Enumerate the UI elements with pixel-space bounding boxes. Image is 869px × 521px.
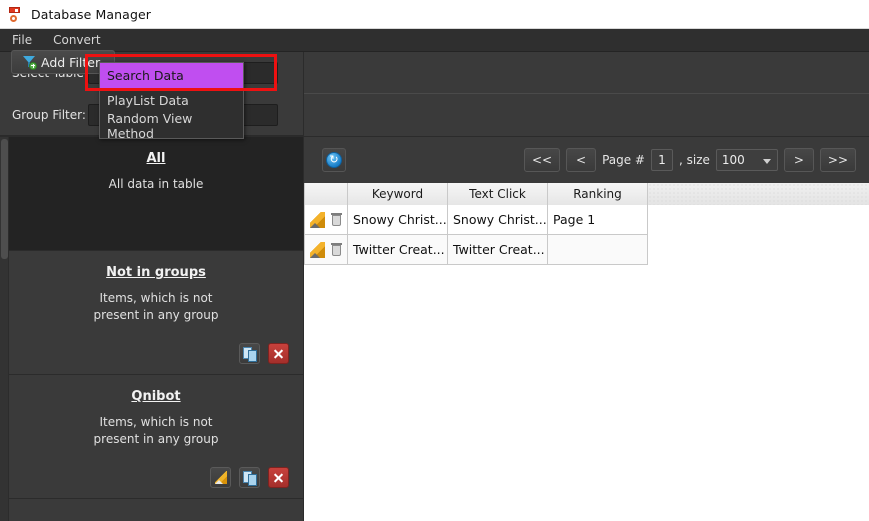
dropdown-option-search-data[interactable]: Search Data bbox=[100, 63, 243, 88]
row-ranking: Page 1 bbox=[548, 205, 648, 235]
copy-icon bbox=[243, 347, 258, 362]
group-copy-button[interactable] bbox=[239, 343, 260, 364]
group-card-all[interactable]: All All data in table bbox=[9, 137, 303, 251]
dropdown-option-random-view-method[interactable]: Random View Method bbox=[100, 111, 243, 141]
group-delete-button[interactable] bbox=[268, 467, 289, 488]
table-header-keyword[interactable]: Keyword bbox=[348, 183, 448, 205]
table-header-filler bbox=[648, 183, 869, 205]
funnel-add-icon bbox=[22, 55, 37, 70]
group-description-line1: Items, which is not bbox=[99, 291, 213, 305]
page-size-select[interactable]: 100 bbox=[715, 149, 778, 171]
group-card-not-in-groups[interactable]: Not in groups Items, which is not presen… bbox=[9, 251, 303, 375]
table-header-ranking[interactable]: Ranking bbox=[548, 183, 648, 205]
close-icon bbox=[269, 468, 288, 487]
group-description-line2: present in any group bbox=[93, 308, 219, 322]
window-title: Database Manager bbox=[31, 6, 152, 22]
table-header-actions[interactable] bbox=[304, 183, 348, 205]
group-description-line1: Items, which is not bbox=[99, 415, 213, 429]
page-number-label: Page # bbox=[602, 153, 645, 167]
row-ranking bbox=[548, 235, 648, 265]
row-actions bbox=[304, 205, 348, 235]
group-description: All data in table bbox=[108, 177, 204, 191]
table-row[interactable]: Snowy Christ... Snowy Christ... Page 1 bbox=[304, 205, 869, 235]
row-text-click: Snowy Christ... bbox=[448, 205, 548, 235]
copy-icon bbox=[243, 471, 258, 486]
group-title: All bbox=[146, 151, 166, 166]
filter-toolbar bbox=[304, 52, 869, 136]
row-delete-icon[interactable] bbox=[329, 242, 344, 258]
group-description: Items, which is not present in any group bbox=[9, 290, 303, 324]
groups-panel: All All data in table Not in groups Item… bbox=[0, 137, 303, 521]
group-copy-button[interactable] bbox=[239, 467, 260, 488]
menu-item-file[interactable]: File bbox=[3, 31, 41, 49]
title-bar: Database Manager bbox=[0, 0, 869, 29]
add-filter-label: Add Filter bbox=[41, 54, 101, 70]
group-filter-label: Group Filter: bbox=[12, 108, 86, 122]
group-actions bbox=[239, 343, 289, 364]
table-row[interactable]: Twitter Creat... Twitter Creat... bbox=[304, 235, 869, 265]
row-edit-icon[interactable] bbox=[310, 241, 325, 258]
data-panel: ↻ << < Page # 1 , size 100 > >> Keyword … bbox=[304, 137, 869, 521]
table-header-row: Keyword Text Click Ranking bbox=[304, 183, 869, 205]
database-icon bbox=[7, 6, 23, 22]
pagination-bar: ↻ << < Page # 1 , size 100 > >> bbox=[304, 137, 869, 183]
dropdown-option-playlist-data[interactable]: PlayList Data bbox=[100, 88, 243, 113]
table-header-text-click[interactable]: Text Click bbox=[448, 183, 548, 205]
row-edit-icon[interactable] bbox=[310, 211, 325, 228]
group-edit-button[interactable] bbox=[210, 467, 231, 488]
menu-bar: File Convert bbox=[0, 29, 869, 52]
last-page-button[interactable]: >> bbox=[819, 148, 856, 172]
select-table-dropdown[interactable]: Search Data PlayList Data Random View Me… bbox=[99, 62, 244, 141]
close-icon bbox=[269, 344, 288, 363]
first-page-button[interactable]: << bbox=[523, 148, 561, 172]
group-actions bbox=[210, 467, 289, 488]
prev-page-button[interactable]: < bbox=[566, 148, 597, 172]
refresh-button[interactable]: ↻ bbox=[322, 148, 346, 172]
pencil-icon bbox=[215, 471, 227, 484]
data-table: Keyword Text Click Ranking Snowy Christ.… bbox=[304, 183, 869, 521]
page-size-label: , size bbox=[678, 153, 710, 167]
application-window: Database Manager File Convert Select Tab… bbox=[0, 0, 869, 521]
group-title: Qnibot bbox=[131, 389, 181, 404]
group-description-line2: present in any group bbox=[93, 432, 219, 446]
chevron-down-icon bbox=[762, 159, 771, 164]
menu-item-convert[interactable]: Convert bbox=[44, 31, 109, 49]
pagination-controls: << < Page # 1 , size 100 > >> bbox=[523, 148, 869, 172]
group-title: Not in groups bbox=[106, 265, 206, 280]
groups-scrollbar[interactable] bbox=[0, 137, 9, 521]
group-description: Items, which is not present in any group bbox=[9, 414, 303, 448]
group-delete-button[interactable] bbox=[268, 343, 289, 364]
refresh-arrow-glyph: ↻ bbox=[329, 153, 339, 166]
next-page-button[interactable]: > bbox=[783, 148, 814, 172]
page-number-input[interactable]: 1 bbox=[650, 149, 673, 171]
row-actions bbox=[304, 235, 348, 265]
row-keyword: Snowy Christ... bbox=[348, 205, 448, 235]
row-delete-icon[interactable] bbox=[329, 212, 344, 228]
filter-toolbar-divider bbox=[304, 93, 869, 136]
page-size-value: 100 bbox=[721, 153, 745, 167]
group-card-qnibot[interactable]: Qnibot Items, which is not present in an… bbox=[9, 375, 303, 499]
row-text-click: Twitter Creat... bbox=[448, 235, 548, 265]
groups-scrollbar-thumb[interactable] bbox=[1, 139, 8, 259]
row-keyword: Twitter Creat... bbox=[348, 235, 448, 265]
